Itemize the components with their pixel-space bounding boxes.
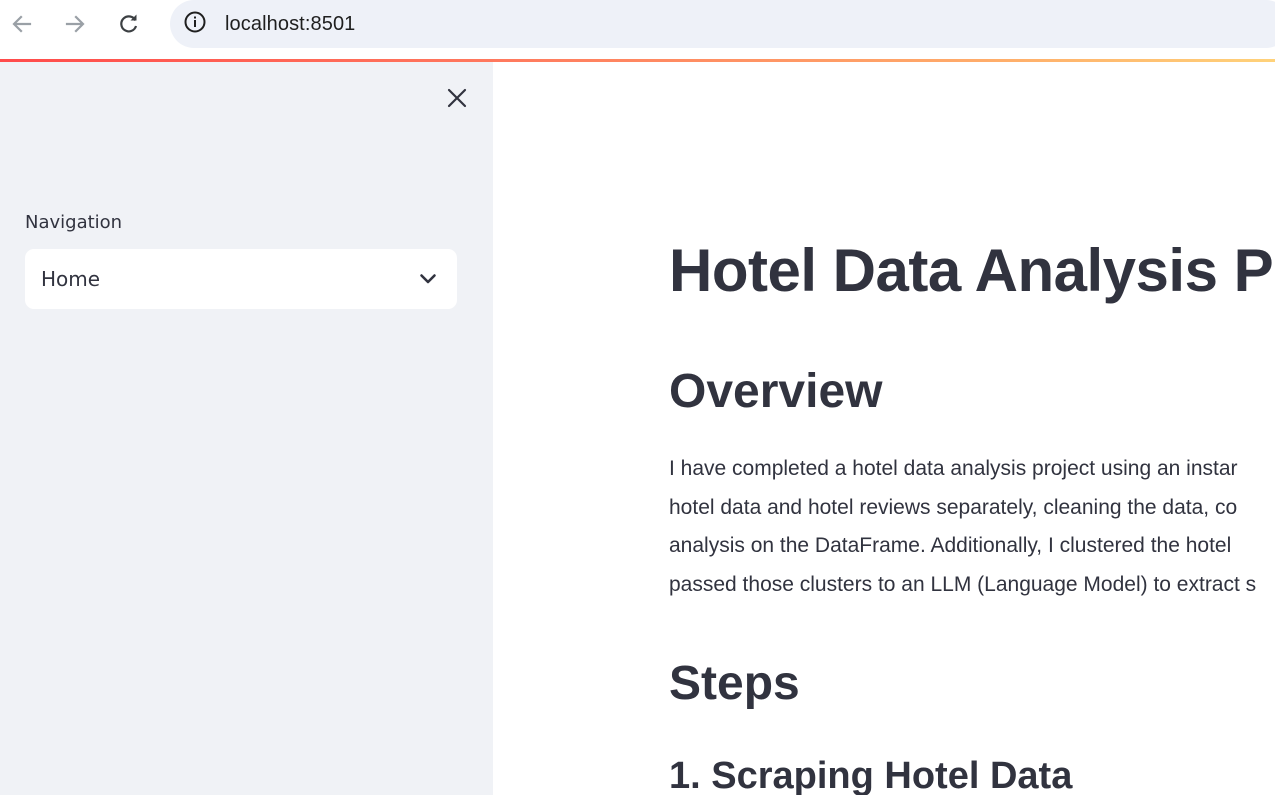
overview-line: analysis on the DataFrame. Additionally,… bbox=[669, 534, 1232, 557]
main-content: Hotel Data Analysis P Overview I have co… bbox=[493, 62, 1275, 795]
overview-line: hotel data and hotel reviews separately,… bbox=[669, 495, 1238, 519]
navigation-label: Navigation bbox=[25, 212, 123, 233]
address-bar[interactable]: localhost:8501 bbox=[170, 0, 1275, 48]
overview-line: I have completed a hotel data analysis p… bbox=[669, 457, 1238, 480]
overview-line: passed those clusters to an LLM (Languag… bbox=[669, 572, 1257, 596]
reload-button[interactable] bbox=[113, 8, 145, 40]
browser-toolbar: localhost:8501 bbox=[0, 0, 1275, 59]
reload-icon bbox=[118, 13, 140, 35]
back-button[interactable] bbox=[6, 8, 38, 40]
navigation-select-value: Home bbox=[41, 267, 101, 291]
steps-heading: Steps bbox=[669, 657, 800, 710]
navigation-select[interactable]: Home bbox=[25, 249, 457, 309]
overview-heading: Overview bbox=[669, 365, 883, 418]
site-info-button[interactable] bbox=[180, 9, 210, 39]
forward-button[interactable] bbox=[59, 8, 91, 40]
close-sidebar-button[interactable] bbox=[440, 83, 474, 117]
chevron-down-icon bbox=[419, 273, 437, 285]
step-1-heading: 1. Scraping Hotel Data bbox=[669, 755, 1073, 795]
page-title: Hotel Data Analysis P bbox=[669, 237, 1274, 304]
url-text[interactable]: localhost:8501 bbox=[225, 13, 355, 36]
close-icon bbox=[447, 88, 467, 112]
info-icon bbox=[183, 10, 207, 38]
arrow-right-icon bbox=[64, 13, 86, 35]
sidebar: Navigation Home bbox=[0, 62, 493, 795]
arrow-left-icon bbox=[11, 13, 33, 35]
overview-paragraph: I have completed a hotel data analysis p… bbox=[669, 450, 1256, 604]
